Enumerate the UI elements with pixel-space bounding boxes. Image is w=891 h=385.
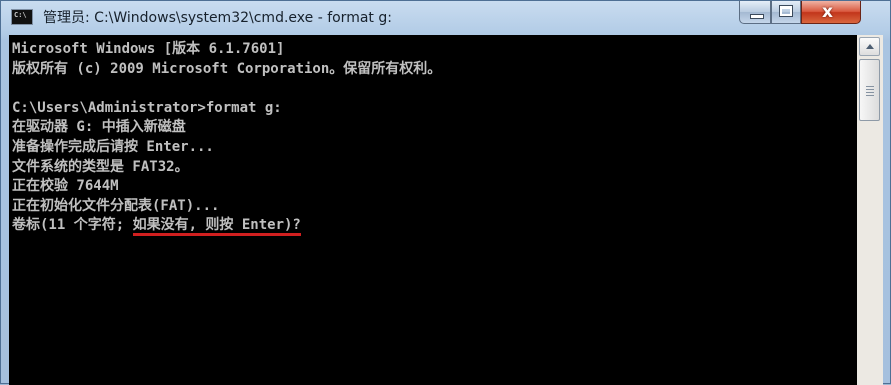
grip-line <box>866 92 874 93</box>
console-line: 文件系统的类型是 FAT32。 <box>12 158 441 178</box>
grip-line <box>866 86 874 87</box>
console-line: 准备操作完成后请按 Enter... <box>12 138 441 158</box>
console-line: 正在初始化文件分配表(FAT)... <box>12 197 441 217</box>
vertical-scrollbar[interactable] <box>857 35 883 385</box>
window-title: 管理员: C:\Windows\system32\cmd.exe - forma… <box>43 10 392 26</box>
grip-line <box>866 95 874 96</box>
close-icon: x <box>822 2 833 22</box>
grip-line <box>866 89 874 90</box>
console-text: 卷标(11 个字符; <box>12 217 133 234</box>
console-line: Microsoft Windows [版本 6.1.7601] <box>12 40 441 60</box>
console-text: 正在初始化文件分配表(FAT)... <box>12 197 220 214</box>
console-text: 正在校验 7644M <box>12 178 119 195</box>
maximize-icon <box>779 5 793 17</box>
scrollbar-thumb[interactable] <box>859 59 880 121</box>
close-button[interactable]: x <box>801 1 861 24</box>
minimize-button[interactable] <box>739 1 771 24</box>
console-line: 正在校验 7644M <box>12 177 441 197</box>
cmd-app-icon[interactable]: C:\ <box>11 9 33 25</box>
console-text: Microsoft Windows [版本 6.1.7601] <box>12 41 285 57</box>
console-line: 在驱动器 G: 中插入新磁盘 <box>12 118 441 138</box>
console-text: 文件系统的类型是 FAT32。 <box>12 158 189 175</box>
console-text: C:\Users\Administrator>format g: <box>12 99 282 116</box>
console-line: 版权所有 (c) 2009 Microsoft Corporation。保留所有… <box>12 60 441 80</box>
console-text: 版权所有 (c) 2009 Microsoft Corporation。保留所有… <box>12 60 442 77</box>
console-output[interactable]: Microsoft Windows [版本 6.1.7601] 版权所有 (c) … <box>9 35 857 385</box>
scroll-up-arrow-icon[interactable] <box>859 37 880 56</box>
title-bar[interactable]: C:\ 管理员: C:\Windows\system32\cmd.exe - f… <box>1 1 890 34</box>
console-line: 卷标(11 个字符; 如果没有, 则按 Enter)? <box>12 216 441 237</box>
console-line: C:\Users\Administrator>format g: <box>12 99 441 119</box>
minimize-icon <box>750 14 764 19</box>
console-text: 在驱动器 G: 中插入新磁盘 <box>12 119 186 136</box>
maximize-button[interactable] <box>771 1 801 24</box>
console-text: 准备操作完成后请按 Enter... <box>12 138 214 155</box>
cmd-window: C:\ 管理员: C:\Windows\system32\cmd.exe - f… <box>0 0 891 385</box>
console-lines: Microsoft Windows [版本 6.1.7601] 版权所有 (c) … <box>12 40 441 237</box>
underlined-prompt-text: 如果没有, 则按 Enter)? <box>132 217 301 237</box>
